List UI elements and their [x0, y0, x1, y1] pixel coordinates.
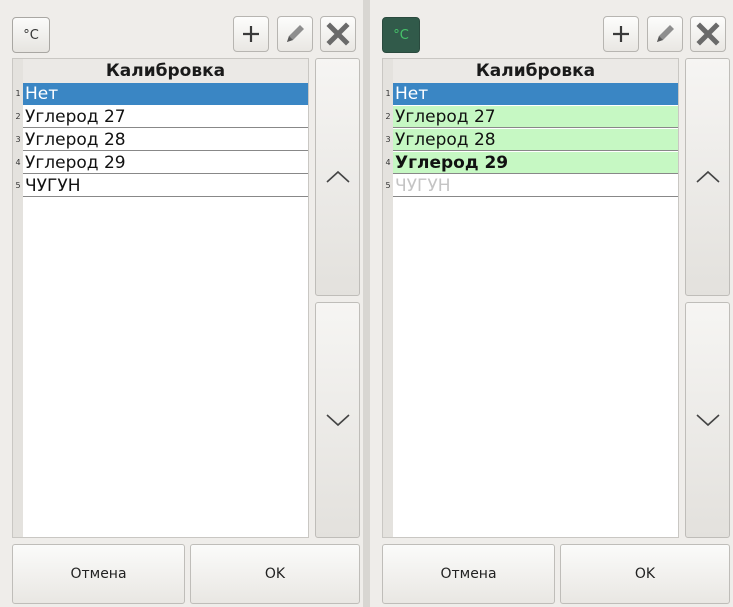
ok-button[interactable]: OK: [560, 544, 730, 604]
scroll-down-button[interactable]: [315, 302, 360, 538]
temperature-unit-button[interactable]: °C: [382, 17, 420, 53]
list-item[interactable]: 3 Углерод 28: [383, 129, 678, 151]
list-item[interactable]: 4 Углерод 29: [383, 152, 678, 174]
scroll-up-button[interactable]: [315, 58, 360, 296]
list-item[interactable]: 4 Углерод 29: [13, 152, 308, 174]
pencil-icon: [657, 25, 674, 42]
list-item[interactable]: 2 Углерод 27: [383, 106, 678, 128]
edit-button[interactable]: [647, 16, 683, 52]
chevron-up-icon: [325, 170, 350, 183]
calibration-list: Калибровка 1 Нет 2 Углерод 27 3 Углерод …: [12, 58, 309, 538]
chevron-down-icon: [325, 414, 350, 427]
delete-button[interactable]: [320, 16, 356, 52]
calibration-panel-left: °C Калибровка 1 Нет 2 Углерод 27 3 Углер…: [0, 0, 363, 607]
pencil-icon: [287, 25, 304, 42]
cancel-button[interactable]: Отмена: [12, 544, 185, 604]
scroll-up-button[interactable]: [685, 58, 730, 296]
add-button[interactable]: [603, 16, 639, 52]
chevron-up-icon: [695, 170, 720, 183]
row-label: Углерод 28: [393, 129, 678, 151]
x-icon: [696, 22, 720, 46]
ok-button[interactable]: OK: [190, 544, 360, 604]
cancel-button[interactable]: Отмена: [382, 544, 555, 604]
plus-icon: [243, 26, 259, 42]
x-icon: [326, 22, 350, 46]
row-label: Углерод 29: [393, 152, 678, 174]
row-label: ЧУГУН: [393, 175, 678, 197]
delete-button[interactable]: [690, 16, 726, 52]
list-item[interactable]: 2 Углерод 27: [13, 106, 308, 128]
row-number: 3: [383, 129, 393, 151]
edit-button[interactable]: [277, 16, 313, 52]
row-label: Углерод 29: [23, 152, 308, 174]
list-item[interactable]: 1 Нет: [383, 83, 678, 105]
row-label: Углерод 27: [23, 106, 308, 128]
calibration-list: Калибровка 1 Нет 2 Углерод 27 3 Углерод …: [382, 58, 679, 538]
row-number: 2: [383, 106, 393, 128]
list-item[interactable]: 1 Нет: [13, 83, 308, 105]
row-number: 2: [13, 106, 23, 128]
plus-icon: [613, 26, 629, 42]
list-item[interactable]: 3 Углерод 28: [13, 129, 308, 151]
list-item[interactable]: 5 ЧУГУН: [383, 175, 678, 197]
row-label: ЧУГУН: [23, 175, 308, 197]
row-number: 5: [383, 175, 393, 197]
list-header: Калибровка: [393, 59, 678, 84]
row-number: 4: [383, 152, 393, 174]
row-label: Углерод 28: [23, 129, 308, 151]
row-label: Нет: [23, 83, 308, 105]
chevron-down-icon: [695, 414, 720, 427]
row-number: 3: [13, 129, 23, 151]
row-number: 1: [383, 83, 393, 105]
row-number: 5: [13, 175, 23, 197]
list-header: Калибровка: [23, 59, 308, 84]
temperature-unit-button[interactable]: °C: [12, 17, 50, 53]
row-number: 4: [13, 152, 23, 174]
list-item[interactable]: 5 ЧУГУН: [13, 175, 308, 197]
row-number: 1: [13, 83, 23, 105]
calibration-panel-right: °C Калибровка 1 Нет 2 Углерод 27 3 Углер…: [370, 0, 733, 607]
add-button[interactable]: [233, 16, 269, 52]
scroll-down-button[interactable]: [685, 302, 730, 538]
row-label: Нет: [393, 83, 678, 105]
row-label: Углерод 27: [393, 106, 678, 128]
